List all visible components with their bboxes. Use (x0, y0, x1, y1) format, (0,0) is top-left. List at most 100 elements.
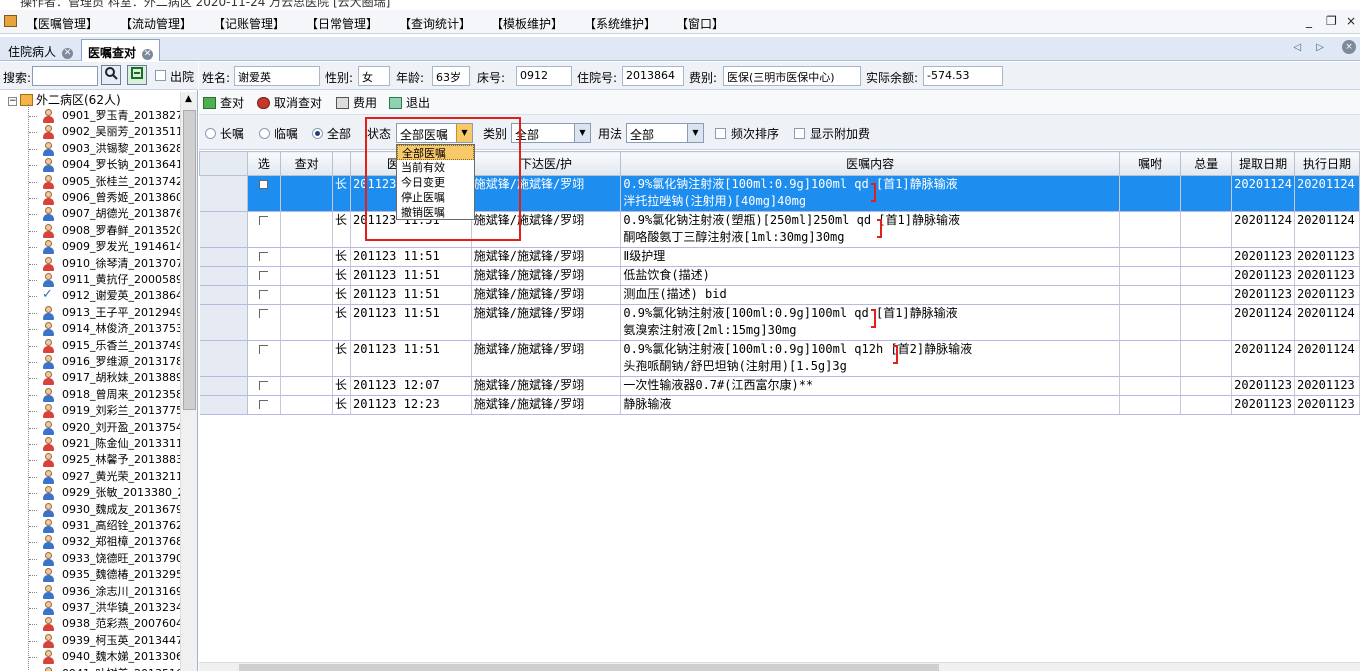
tab-order-verify[interactable]: 医嘱查对 ✕ (81, 39, 161, 61)
cancel-verify-button[interactable]: 取消查对 (257, 94, 322, 111)
tree-root-ward[interactable]: − 外二病区(62人) (8, 92, 121, 108)
tab-inpatients[interactable]: 住院病人 ✕ (2, 39, 79, 61)
tab-close-icon[interactable]: ✕ (142, 49, 154, 60)
order-row[interactable]: 长 201123 11:51 施斌锋/施斌锋/罗翊 测血压(描述) bid 202011… (199, 285, 1360, 305)
doctor-nurse-cell: 施斌锋/施斌锋/罗翊 (471, 395, 622, 415)
chevron-down-icon[interactable]: ▼ (574, 124, 590, 142)
col-type[interactable] (332, 151, 352, 176)
order-row[interactable]: 长201123 11:51施斌锋/施斌锋/罗翊0.9%氯化钠注射液[100ml:… (199, 340, 1360, 377)
all-radio[interactable] (312, 128, 323, 139)
minimize-icon[interactable]: _ (1306, 14, 1312, 28)
window-title-bar: 操作者：管理员 科室：外二病区 2020-11-24 万云思医院 [云大圈瑞] (0, 0, 1360, 10)
row-header[interactable] (199, 304, 248, 341)
select-cell[interactable] (247, 211, 282, 248)
row-checkbox[interactable] (259, 290, 269, 299)
row-header[interactable] (199, 247, 248, 267)
search-input[interactable] (32, 66, 98, 86)
row-header[interactable] (199, 376, 248, 396)
row-checkbox[interactable] (259, 400, 269, 409)
close-icon[interactable]: × (1346, 14, 1356, 28)
col-verify[interactable]: 查对 (280, 151, 334, 176)
select-cell[interactable] (247, 304, 282, 341)
col-exec-date[interactable]: 执行日期 (1293, 151, 1360, 176)
exec-date-cell: 20201124 (1294, 340, 1360, 377)
row-header[interactable] (199, 175, 248, 212)
female-patient-icon (42, 633, 55, 648)
menu-window[interactable]: 【窗口】 (676, 15, 724, 32)
grid-horizontal-scrollbar[interactable] (199, 662, 1360, 671)
select-cell[interactable] (247, 266, 282, 286)
col-select[interactable]: 选 (246, 151, 282, 176)
select-cell[interactable] (247, 247, 282, 267)
row-checkbox[interactable] (259, 345, 269, 354)
tab-scroll-arrows-icon[interactable]: ◁ ▷ (1293, 42, 1330, 53)
row-header[interactable] (199, 211, 248, 248)
select-cell[interactable] (247, 395, 282, 415)
usage-select[interactable]: 全部 ▼ (626, 123, 704, 143)
select-cell[interactable] (247, 340, 282, 377)
close-all-tabs-icon[interactable]: × (1342, 40, 1356, 54)
order-content-line: 静脉输液 (623, 397, 672, 411)
fetch-date-cell: 20201123 (1231, 395, 1295, 415)
order-type-cell: 长 (332, 376, 352, 396)
search-button[interactable] (101, 65, 121, 85)
scroll-up-icon[interactable]: ▲ (185, 94, 192, 104)
frequency-sort-checkbox[interactable] (715, 128, 726, 139)
row-header[interactable] (199, 266, 248, 286)
verify-button[interactable]: 查对 (203, 94, 244, 111)
patient-info-bar: 姓名: 谢爱英 性别: 女 年龄: 63岁 床号: 0912 住院号: 2013… (199, 62, 1360, 90)
order-row[interactable]: 长201123 11:51施斌锋/施斌锋/罗翊0.9%氯化钠注射液[100ml:… (199, 304, 1360, 341)
menu-query[interactable]: 【查询统计】 (399, 15, 471, 32)
fetch-date-cell: 20201123 (1231, 376, 1295, 396)
row-checkbox[interactable] (259, 271, 269, 280)
tab-close-icon[interactable]: ✕ (62, 48, 74, 59)
discharged-checkbox[interactable] (155, 70, 166, 81)
exit-button[interactable]: 退出 (389, 94, 430, 111)
tree-scrollbar[interactable]: ▲ (180, 92, 197, 671)
chevron-down-icon[interactable]: ▼ (687, 124, 703, 142)
select-cell[interactable] (247, 285, 282, 305)
row-checkbox[interactable] (259, 252, 269, 261)
menu-templates[interactable]: 【模板维护】 (491, 15, 563, 32)
show-extra-fees-checkbox[interactable] (794, 128, 805, 139)
row-checkbox[interactable] (259, 216, 269, 225)
menu-daily[interactable]: 【日常管理】 (306, 15, 378, 32)
scrollbar-thumb[interactable] (183, 110, 196, 410)
col-order-content[interactable]: 医嘱内容 (620, 151, 1120, 176)
temporary-radio[interactable] (259, 128, 270, 139)
restore-icon[interactable]: ❐ (1326, 14, 1337, 28)
row-header[interactable] (199, 395, 248, 415)
patient-label: 0909_罗发光_1914614 (62, 240, 180, 254)
female-patient-icon (42, 371, 55, 386)
select-cell[interactable] (247, 175, 282, 212)
verify-cell (280, 266, 334, 286)
order-row[interactable]: 长 201123 12:07 施斌锋/施斌锋/罗翊 一次性输液器0.7#(江西富尔康)… (199, 376, 1360, 396)
menu-billing[interactable]: 【记账管理】 (213, 15, 285, 32)
order-row[interactable]: 长 201123 11:51 施斌锋/施斌锋/罗翊 Ⅱ级护理 20201123 20201… (199, 247, 1360, 267)
menu-orders[interactable]: 【医嘱管理】 (26, 15, 98, 32)
order-content-cell: 静脉输液 (620, 395, 1120, 415)
male-patient-icon (42, 601, 55, 615)
menu-system[interactable]: 【系统维护】 (584, 15, 656, 32)
menu-bar: 【医嘱管理】 【流动管理】 【记账管理】 【日常管理】 【查询统计】 【模板维护… (0, 10, 1360, 34)
tree-line (29, 181, 37, 183)
row-header[interactable] (199, 285, 248, 305)
long-term-radio[interactable] (205, 128, 216, 139)
collapse-icon[interactable]: − (8, 97, 17, 106)
fees-button[interactable]: 费用 (336, 94, 377, 111)
order-type-cell: 长 (332, 247, 352, 267)
row-header[interactable] (199, 340, 248, 377)
row-checkbox[interactable] (259, 180, 269, 189)
menu-flow[interactable]: 【流动管理】 (120, 15, 192, 32)
select-cell[interactable] (247, 376, 282, 396)
refresh-button[interactable] (127, 65, 147, 85)
scrollbar-thumb[interactable] (239, 664, 939, 671)
col-fetch-date[interactable]: 提取日期 (1231, 151, 1295, 176)
row-checkbox[interactable] (259, 381, 269, 390)
order-row[interactable]: 长 201123 12:23 施斌锋/施斌锋/罗翊 静脉输液 20201123 20201… (199, 395, 1360, 415)
col-total[interactable]: 总量 (1180, 151, 1233, 176)
col-instructions[interactable]: 嘱咐 (1118, 151, 1182, 176)
row-checkbox[interactable] (259, 309, 269, 318)
order-row[interactable]: 长 201123 11:51 施斌锋/施斌锋/罗翊 低盐饮食(描述) 20201123 2… (199, 266, 1360, 286)
category-select[interactable]: 全部 ▼ (511, 123, 591, 143)
